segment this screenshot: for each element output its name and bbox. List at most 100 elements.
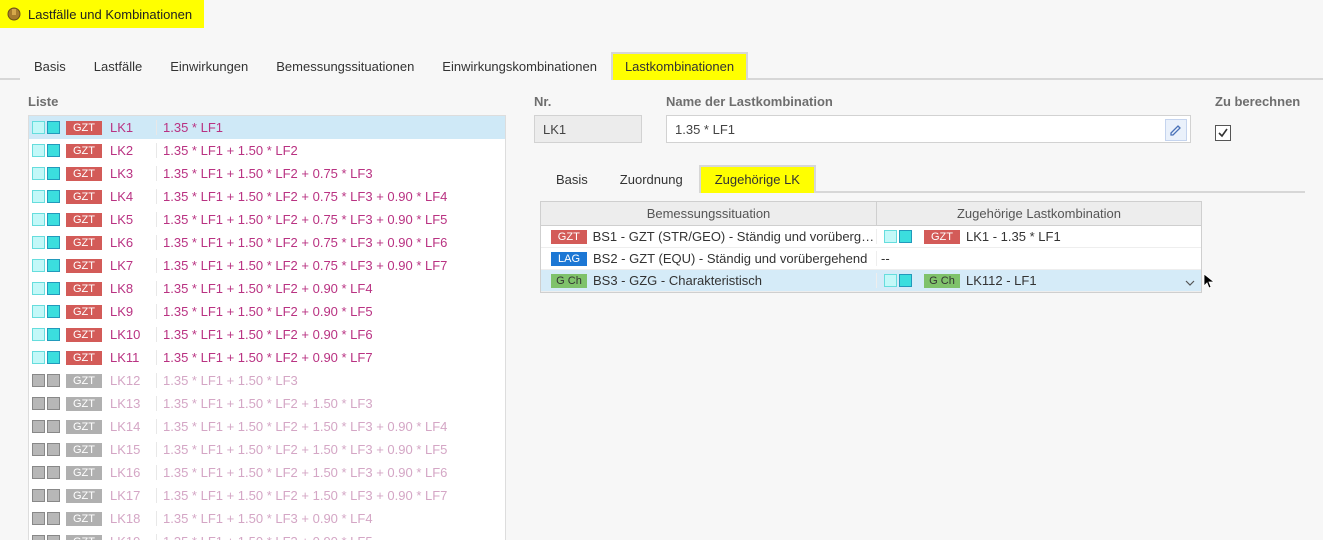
lk-id: LK3 bbox=[110, 166, 156, 181]
list-item[interactable]: GZTLK21.35 * LF1 + 1.50 * LF2 bbox=[29, 139, 505, 162]
lk-id: LK12 bbox=[110, 373, 156, 388]
lk-formula: 1.35 * LF1 + 1.50 * LF3 + 0.90 * LF4 bbox=[156, 511, 505, 526]
list-item[interactable]: GZT LK131.35 * LF1 + 1.50 * LF2 + 1.50 * … bbox=[29, 392, 505, 415]
color-swatch bbox=[32, 213, 60, 226]
tab-bemessungssituationen[interactable]: Bemessungssituationen bbox=[262, 52, 428, 80]
color-swatch bbox=[32, 167, 60, 180]
lk-formula: 1.35 * LF1 + 1.50 * LF2 + 0.90 * LF4 bbox=[156, 281, 505, 296]
badge-gzt: GZT bbox=[66, 144, 102, 158]
lk-formula: 1.35 * LF1 + 1.50 * LF2 + 0.75 * LF3 bbox=[156, 166, 505, 181]
lk-id: LK17 bbox=[110, 488, 156, 503]
color-swatch bbox=[32, 397, 60, 410]
badge-gzt: GZT bbox=[66, 489, 102, 503]
color-swatch bbox=[32, 282, 60, 295]
lk-id: LK14 bbox=[110, 419, 156, 434]
lk-formula: 1.35 * LF1 + 1.50 * LF2 + 0.90 * LF6 bbox=[156, 327, 505, 342]
subtab-basis[interactable]: Basis bbox=[540, 165, 604, 193]
subtab-zuordnung[interactable]: Zuordnung bbox=[604, 165, 699, 193]
lk-id: LK13 bbox=[110, 396, 156, 411]
list-item[interactable]: GZTLK141.35 * LF1 + 1.50 * LF2 + 1.50 * … bbox=[29, 415, 505, 438]
color-swatch bbox=[32, 351, 60, 364]
color-swatch bbox=[32, 466, 60, 479]
calc-checkbox[interactable] bbox=[1215, 125, 1231, 141]
ds-header-situation: Bemessungssituation bbox=[541, 202, 877, 225]
badge-gzt: GZT bbox=[66, 397, 102, 411]
lk-formula: 1.35 * LF1 + 1.50 * LF2 + 0.75 * LF3 + 0… bbox=[156, 189, 505, 204]
edit-name-button[interactable] bbox=[1165, 119, 1187, 141]
table-row[interactable]: GZT BS1 - GZT (STR/GEO) - Ständig und vor… bbox=[541, 226, 1201, 248]
lk-formula: 1.35 * LF1 + 1.50 * LF2 + 1.50 * LF3 + 0… bbox=[156, 465, 505, 480]
design-situation-text: BS3 - GZG - Charakteristisch bbox=[593, 273, 762, 288]
badge-gzt: GZT bbox=[551, 230, 587, 244]
assoc-combo-text: LK1 - 1.35 * LF1 bbox=[966, 229, 1061, 244]
list-item[interactable]: GZTLK81.35 * LF1 + 1.50 * LF2 + 0.90 * L… bbox=[29, 277, 505, 300]
list-item[interactable]: GZT LK181.35 * LF1 + 1.50 * LF3 + 0.90 * … bbox=[29, 507, 505, 530]
lk-formula: 1.35 * LF1 + 1.50 * LF3 bbox=[156, 373, 505, 388]
lk-id: LK1 bbox=[110, 120, 156, 135]
nr-field[interactable]: LK1 bbox=[534, 115, 642, 143]
lk-id: LK7 bbox=[110, 258, 156, 273]
list-item[interactable]: GZTLK101.35 * LF1 + 1.50 * LF2 + 0.90 * … bbox=[29, 323, 505, 346]
list-scroll[interactable]: GZTLK11.35 * LF1GZTLK21.35 * LF1 + 1.50 … bbox=[29, 116, 505, 540]
lk-id: LK5 bbox=[110, 212, 156, 227]
badge-gzt: GZT bbox=[66, 259, 102, 273]
name-label: Name der Lastkombination bbox=[666, 94, 1191, 109]
design-situation-text: BS1 - GZT (STR/GEO) - Ständig und vorübe… bbox=[593, 229, 876, 244]
list-label: Liste bbox=[28, 94, 506, 109]
color-swatch bbox=[32, 374, 60, 387]
badge-gzt: GZT bbox=[66, 236, 102, 250]
tab-basis[interactable]: Basis bbox=[20, 52, 80, 80]
list-item[interactable]: GZTLK191.35 * LF1 + 1.50 * LF3 + 0.90 * … bbox=[29, 530, 505, 540]
list-item[interactable]: GZTLK11.35 * LF1 bbox=[29, 116, 505, 139]
lk-id: LK6 bbox=[110, 235, 156, 250]
tab-lastkombinationen[interactable]: Lastkombinationen bbox=[611, 52, 748, 80]
list-item[interactable]: GZTLK41.35 * LF1 + 1.50 * LF2 + 0.75 * L… bbox=[29, 185, 505, 208]
list-item[interactable]: GZTLK71.35 * LF1 + 1.50 * LF2 + 0.75 * L… bbox=[29, 254, 505, 277]
badge-gzt: GZT bbox=[66, 420, 102, 434]
color-swatch bbox=[32, 259, 60, 272]
tab-einwirkungen[interactable]: Einwirkungen bbox=[156, 52, 262, 80]
color-swatch bbox=[32, 512, 60, 525]
color-swatch bbox=[32, 489, 60, 502]
list-item[interactable]: GZTLK171.35 * LF1 + 1.50 * LF2 + 1.50 * … bbox=[29, 484, 505, 507]
badge-gzt: GZT bbox=[66, 213, 102, 227]
name-field[interactable]: 1.35 * LF1 bbox=[666, 115, 1191, 143]
color-swatch bbox=[884, 274, 912, 287]
assoc-combo-cell[interactable]: G ChLK112 - LF1 bbox=[877, 273, 1201, 288]
list-item[interactable]: GZTLK121.35 * LF1 + 1.50 * LF3 bbox=[29, 369, 505, 392]
assoc-combo-text: LK112 - LF1 bbox=[966, 273, 1037, 288]
lk-formula: 1.35 * LF1 + 1.50 * LF2 + 1.50 * LF3 bbox=[156, 396, 505, 411]
badge-gzt: GZT bbox=[66, 512, 102, 526]
assoc-combo-text: -- bbox=[881, 251, 890, 266]
assoc-combo-cell[interactable]: GZTLK1 - 1.35 * LF1 bbox=[877, 229, 1201, 244]
color-swatch bbox=[32, 190, 60, 203]
color-swatch bbox=[884, 230, 912, 243]
lk-id: LK18 bbox=[110, 511, 156, 526]
lk-formula: 1.35 * LF1 + 1.50 * LF2 + 0.90 * LF7 bbox=[156, 350, 505, 365]
list-item[interactable]: GZT LK31.35 * LF1 + 1.50 * LF2 + 0.75 * L… bbox=[29, 162, 505, 185]
list-item[interactable]: GZTLK51.35 * LF1 + 1.50 * LF2 + 0.75 * L… bbox=[29, 208, 505, 231]
subtab-zugehörige-lk[interactable]: Zugehörige LK bbox=[699, 165, 816, 193]
badge-gzt: GZT bbox=[66, 167, 102, 181]
lk-id: LK19 bbox=[110, 534, 156, 540]
lk-id: LK2 bbox=[110, 143, 156, 158]
badge-gzt: GZT bbox=[66, 328, 102, 342]
chevron-down-icon[interactable] bbox=[1183, 276, 1197, 288]
list-item[interactable]: GZTLK111.35 * LF1 + 1.50 * LF2 + 0.90 * … bbox=[29, 346, 505, 369]
main-tabs: BasisLastfälleEinwirkungenBemessungssitu… bbox=[0, 52, 1323, 80]
assoc-combo-cell[interactable]: -- bbox=[877, 251, 1201, 266]
badge-gzt: GZT bbox=[66, 443, 102, 457]
table-row[interactable]: G Ch BS3 - GZG - Charakteristisch G ChLK11… bbox=[541, 270, 1201, 292]
tab-einwirkungskombinationen[interactable]: Einwirkungskombinationen bbox=[428, 52, 611, 80]
nr-label: Nr. bbox=[534, 94, 642, 109]
tab-lastfälle[interactable]: Lastfälle bbox=[80, 52, 156, 80]
list-item[interactable]: GZTLK161.35 * LF1 + 1.50 * LF2 + 1.50 * … bbox=[29, 461, 505, 484]
list-item[interactable]: GZTLK91.35 * LF1 + 1.50 * LF2 + 0.90 * L… bbox=[29, 300, 505, 323]
lk-formula: 1.35 * LF1 + 1.50 * LF2 + 0.90 * LF5 bbox=[156, 304, 505, 319]
lk-id: LK11 bbox=[110, 350, 156, 365]
list-item[interactable]: GZT LK61.35 * LF1 + 1.50 * LF2 + 0.75 * L… bbox=[29, 231, 505, 254]
table-row[interactable]: LAGBS2 - GZT (EQU) - Ständig und vorüber… bbox=[541, 248, 1201, 270]
lk-formula: 1.35 * LF1 + 1.50 * LF2 + 0.75 * LF3 + 0… bbox=[156, 235, 505, 250]
badge-gch: G Ch bbox=[551, 274, 587, 288]
list-item[interactable]: GZTLK151.35 * LF1 + 1.50 * LF2 + 1.50 * … bbox=[29, 438, 505, 461]
